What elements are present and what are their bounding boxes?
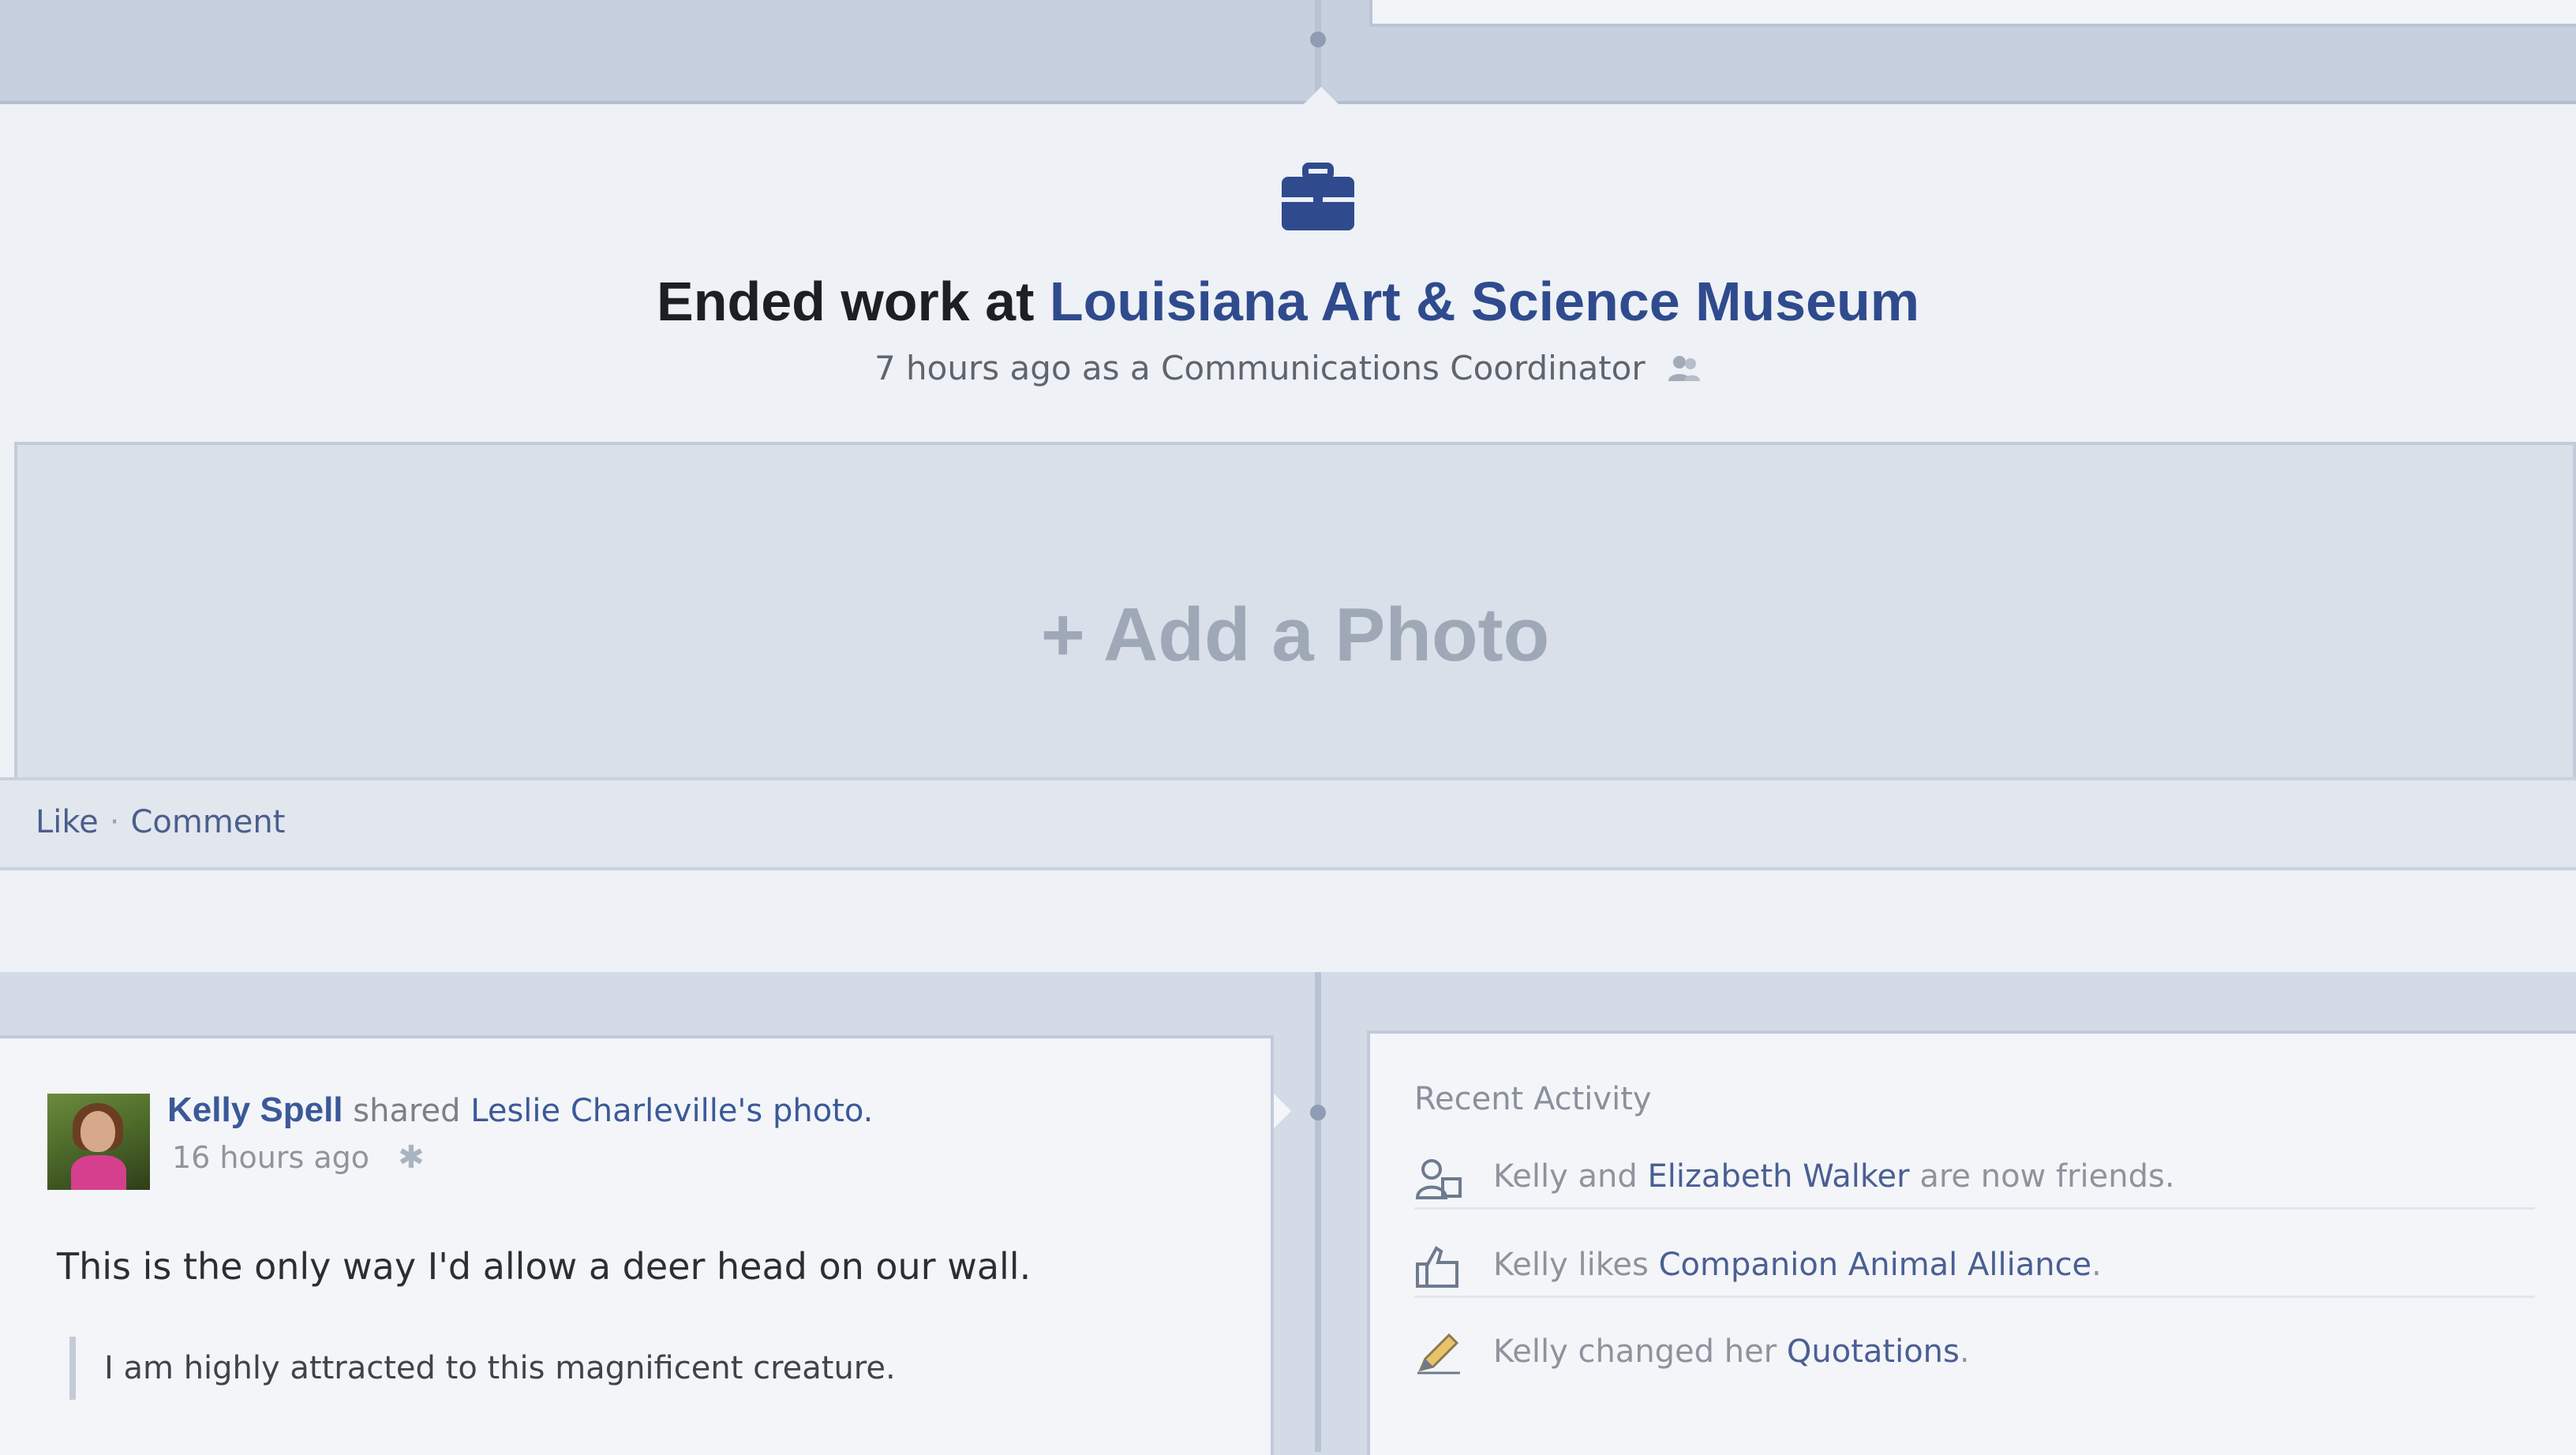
pencil-icon	[1417, 1333, 1460, 1375]
action-separator: ·	[109, 804, 120, 840]
title-prefix: Ended work at	[657, 271, 1035, 332]
post-card: Kelly Spell shared Leslie Charleville's …	[0, 1035, 1291, 1455]
activity-text: Kelly and Elizabeth Walker are now frien…	[1493, 1158, 2175, 1195]
post-time-link[interactable]: 16 hours ago	[172, 1140, 369, 1175]
activity-link[interactable]: Companion Animal Alliance	[1659, 1247, 2092, 1283]
post-author-link[interactable]: Kelly Spell	[167, 1090, 343, 1129]
like-thumb-icon	[1416, 1246, 1458, 1288]
like-link[interactable]: Like	[36, 804, 99, 840]
post-card-pointer	[1274, 1094, 1291, 1128]
subtitle-text[interactable]: 7 hours ago as a Communications Coordina…	[874, 349, 1646, 387]
activity-suffix: .	[2091, 1247, 2102, 1283]
life-event-subtitle: 7 hours ago as a Communications Coordina…	[0, 349, 2576, 387]
avatar[interactable]	[47, 1094, 150, 1190]
timeline-dot	[1310, 32, 1326, 47]
shared-source-link[interactable]: Leslie Charleville's photo.	[470, 1093, 873, 1129]
friends-icon[interactable]	[1667, 354, 1702, 383]
action-bar: Like · Comment	[0, 777, 2576, 870]
activity-link[interactable]: Quotations	[1787, 1333, 1960, 1370]
add-photo-area[interactable]: + Add a Photo	[14, 442, 2576, 828]
gear-icon[interactable]: ✱	[398, 1139, 425, 1176]
briefcase-icon	[1282, 163, 1354, 230]
comment-link[interactable]: Comment	[130, 804, 285, 840]
activity-item: Kelly and Elizabeth Walker are now frien…	[1414, 1152, 2535, 1210]
shared-photo-caption: I am highly attracted to this magnificen…	[69, 1337, 896, 1400]
activity-link[interactable]: Elizabeth Walker	[1647, 1158, 1909, 1195]
activity-item: Kelly changed her Quotations.	[1414, 1327, 2535, 1382]
add-photo-label[interactable]: + Add a Photo	[17, 445, 2573, 825]
card-notch	[1304, 87, 1339, 104]
activity-suffix: are now friends.	[1919, 1158, 2175, 1195]
activity-text: Kelly changed her Quotations.	[1493, 1333, 1970, 1370]
recent-activity-card: Recent Activity Kelly and Elizabeth Walk…	[1367, 1030, 2576, 1455]
recent-activity-title: Recent Activity	[1414, 1081, 1652, 1117]
life-event-title: Ended work at Louisiana Art & Science Mu…	[0, 270, 2576, 333]
action-links: Like · Comment	[36, 804, 285, 840]
activity-prefix: Kelly changed her	[1493, 1333, 1777, 1370]
activity-prefix: Kelly likes	[1493, 1247, 1649, 1283]
timeline-dot	[1310, 1105, 1326, 1120]
organization-link[interactable]: Louisiana Art & Science Museum	[1050, 271, 1919, 332]
activity-text: Kelly likes Companion Animal Alliance.	[1493, 1247, 2102, 1283]
post-header: Kelly Spell shared Leslie Charleville's …	[167, 1090, 873, 1130]
activity-prefix: Kelly and	[1493, 1158, 1638, 1195]
activity-suffix: .	[1959, 1333, 1970, 1370]
post-timestamp: 16 hours ago ✱	[172, 1139, 425, 1176]
previous-story-card	[1369, 0, 2576, 27]
activity-item: Kelly likes Companion Animal Alliance.	[1414, 1240, 2535, 1298]
post-body: This is the only way I'd allow a deer he…	[57, 1245, 1032, 1288]
friends-icon	[1415, 1159, 1462, 1199]
post-action-text: shared	[353, 1093, 461, 1129]
